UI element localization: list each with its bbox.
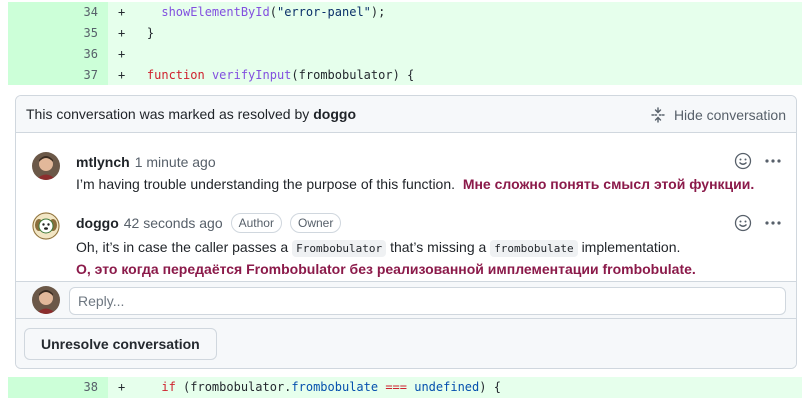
- code-token: showElementById: [161, 5, 270, 19]
- comment-timestamp[interactable]: 1 minute ago: [135, 154, 216, 170]
- line-number[interactable]: 35: [8, 23, 108, 44]
- line-number[interactable]: 34: [8, 2, 108, 23]
- avatar[interactable]: [32, 152, 60, 180]
- code-token: frombobulate: [291, 380, 379, 394]
- comment-text: I’m having trouble understanding the pur…: [76, 176, 456, 192]
- comment-body: Oh, it’s in case the caller passes a Fro…: [76, 237, 696, 279]
- resolved-by-user[interactable]: doggo: [313, 106, 356, 122]
- inline-code: Frombobulator: [292, 240, 387, 257]
- diff-line: 36 +: [0, 44, 802, 65]
- line-number[interactable]: 36: [8, 44, 108, 65]
- kebab-horizontal-icon[interactable]: [764, 214, 782, 232]
- avatar[interactable]: [32, 212, 60, 240]
- comment-header: mtlynch 1 minute ago: [76, 150, 216, 174]
- code-token: ) {: [479, 380, 501, 394]
- comment-author[interactable]: mtlynch: [76, 154, 130, 170]
- code-token: (frombobulator.: [175, 380, 292, 394]
- comment-translation: О, это когда передаётся Frombobulator бе…: [76, 261, 696, 277]
- comment-mtlynch: mtlynch 1 minute ago I’m having trouble …: [16, 144, 796, 204]
- line-number[interactable]: 38: [8, 377, 108, 398]
- diff-gutter: [0, 65, 8, 86]
- hide-conversation-button[interactable]: Hide conversation: [650, 96, 786, 133]
- author-badge: Author: [230, 213, 282, 233]
- code-token: }: [132, 26, 155, 40]
- comment-header: doggo 42 seconds ago Author Owner: [76, 211, 342, 235]
- diff-marker: +: [118, 26, 133, 40]
- diff-gutter: [0, 377, 8, 398]
- diff-marker: +: [118, 68, 133, 82]
- code-token: undefined: [414, 380, 480, 394]
- resolved-header: This conversation was marked as resolved…: [16, 96, 796, 133]
- review-thread: This conversation was marked as resolved…: [15, 95, 797, 369]
- comment-author[interactable]: doggo: [76, 215, 119, 231]
- diff-line: 37 + function verifyInput(frombobulator) …: [0, 65, 802, 86]
- diff-line: 38 + if (frombobulator.frombobulate === u…: [0, 377, 802, 398]
- smiley-icon[interactable]: [734, 152, 752, 170]
- code-content: + function verifyInput(frombobulator) {: [108, 65, 414, 86]
- code-token: verifyInput: [211, 68, 292, 82]
- diff-marker: +: [118, 380, 133, 394]
- resolved-text: This conversation was marked as resolved…: [26, 106, 310, 122]
- comment-text-part: that’s missing a: [390, 239, 487, 255]
- smiley-icon[interactable]: [734, 214, 752, 232]
- owner-badge: Owner: [289, 213, 342, 233]
- code-token: );: [370, 5, 386, 19]
- code-content: + }: [108, 23, 154, 44]
- diff-marker: +: [118, 47, 133, 61]
- comment-text-part: Oh, it’s in case the caller passes a: [76, 239, 289, 255]
- code-token: (: [269, 5, 277, 19]
- comment-doggo: doggo 42 seconds ago Author Owner Oh, it…: [16, 206, 796, 281]
- code-token: (frombobulator) {: [291, 68, 415, 82]
- line-number[interactable]: 37: [8, 65, 108, 86]
- code-token: function: [146, 68, 205, 82]
- review-thread-container: This conversation was marked as resolved…: [0, 85, 802, 377]
- diff-marker: +: [118, 5, 133, 19]
- comment-translation: Мне сложно понять смысл этой функции.: [462, 176, 755, 192]
- comment-actions: [734, 214, 782, 232]
- comment-actions: [734, 152, 782, 170]
- reply-input[interactable]: [69, 287, 786, 315]
- code-token: "error-panel": [276, 5, 371, 19]
- hide-conversation-label: Hide conversation: [673, 106, 786, 123]
- code-content: + if (frombobulator.frombobulate === und…: [108, 377, 501, 398]
- code-content: +: [108, 44, 132, 65]
- diff-gutter: [0, 2, 8, 23]
- diff-gutter: [0, 44, 8, 65]
- diff-line: 35 + }: [0, 23, 802, 44]
- code-content: + showElementById("error-panel");: [108, 2, 385, 23]
- diff-gutter: [0, 23, 8, 44]
- fold-icon: [651, 106, 665, 123]
- code-token: if: [161, 380, 176, 394]
- comment-text: Oh, it’s in case the caller passes a Fro…: [76, 237, 696, 259]
- reply-row: [16, 281, 796, 319]
- diff-line: 34 + showElementById("error-panel");: [0, 2, 802, 23]
- comment-text-part: implementation.: [581, 239, 681, 255]
- code-token: ===: [378, 380, 415, 394]
- comment-timestamp[interactable]: 42 seconds ago: [124, 215, 223, 231]
- inline-code: frombobulate: [490, 240, 578, 257]
- kebab-horizontal-icon[interactable]: [764, 152, 782, 170]
- thread-footer: Unresolve conversation: [16, 319, 796, 368]
- unresolve-conversation-button[interactable]: Unresolve conversation: [24, 328, 217, 360]
- comment-body: I’m having trouble understanding the pur…: [76, 174, 754, 194]
- current-user-avatar: [32, 286, 60, 314]
